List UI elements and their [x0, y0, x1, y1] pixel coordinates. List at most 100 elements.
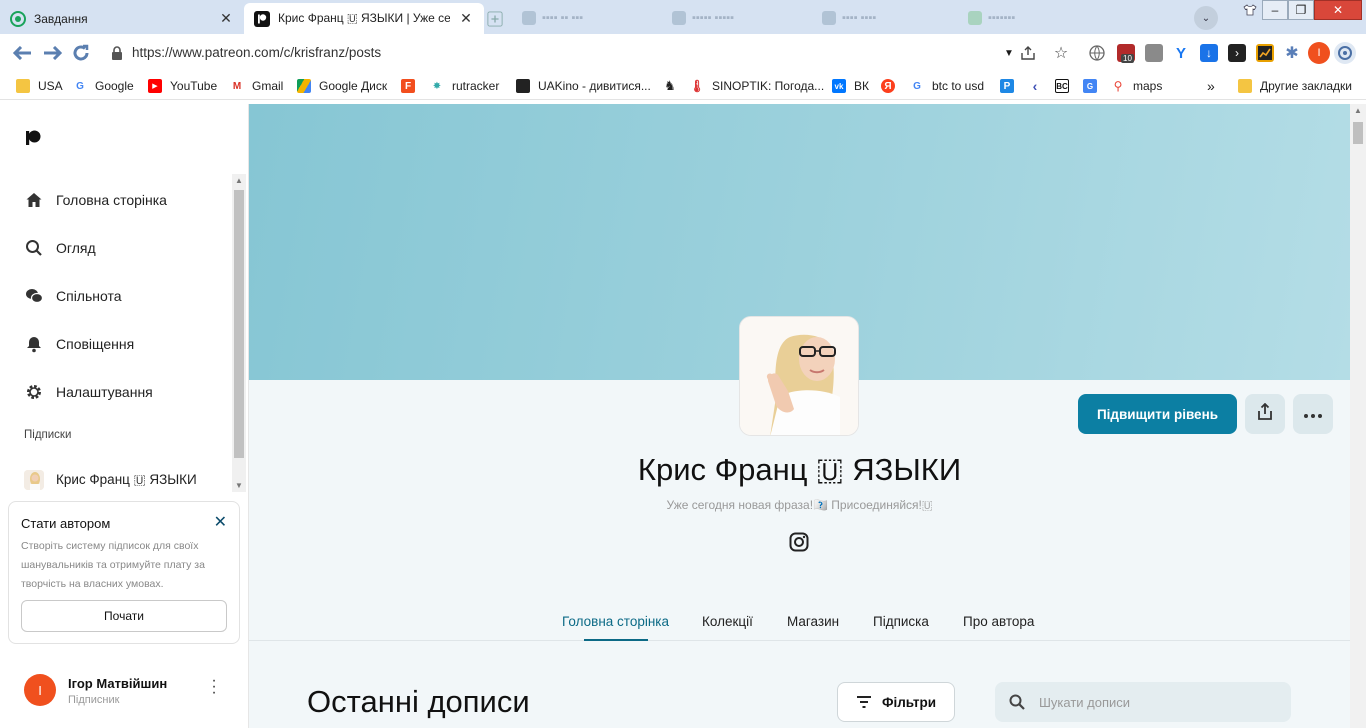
thermometer-icon: 🌡 — [689, 79, 705, 93]
tab-search-icon[interactable]: ⌄ — [1194, 6, 1218, 30]
maximize-button[interactable]: ❐ — [1288, 0, 1314, 20]
background-tab[interactable]: ▪▪▪▪▪ ▪▪▪▪▪ — [672, 9, 734, 27]
scrollbar-thumb[interactable] — [234, 190, 244, 458]
creator-avatar — [739, 316, 859, 436]
share-icon[interactable] — [1019, 44, 1037, 62]
search-icon — [1009, 694, 1025, 710]
bell-icon — [24, 334, 44, 354]
home-icon — [24, 190, 44, 210]
address-bar[interactable]: https://www.patreon.com/c/krisfranz/post… — [132, 45, 381, 60]
chevron-down-icon[interactable]: ▼ — [1000, 44, 1018, 62]
search-posts-box[interactable] — [995, 682, 1291, 722]
chevron-left-icon: ‹ — [1028, 78, 1042, 94]
sidebar-item-explore[interactable]: Огляд — [24, 236, 96, 260]
bookmark-p[interactable]: P — [1000, 78, 1022, 94]
sidebar-item-home[interactable]: Головна сторінка — [24, 188, 167, 212]
scrollbar-thumb[interactable] — [1353, 122, 1363, 144]
tshirt-icon[interactable] — [1240, 0, 1260, 20]
tab-collections[interactable]: Колекції — [702, 614, 753, 629]
background-tab[interactable]: ▪▪▪▪▪▪▪ — [968, 9, 1015, 27]
bookmark-google[interactable]: G Google — [73, 78, 134, 94]
bookmark-translate[interactable]: G — [1083, 78, 1105, 94]
filters-label: Фільтри — [881, 694, 937, 710]
filters-button[interactable]: Фільтри — [837, 682, 955, 722]
instagram-icon[interactable] — [789, 532, 809, 552]
back-button[interactable] — [12, 42, 34, 64]
user-account[interactable]: I Ігор Матвійшин Підписник · · · — [24, 670, 234, 710]
map-pin-icon: ⚲ — [1111, 79, 1125, 93]
bookmark-youtube[interactable]: ▶ YouTube — [148, 78, 217, 94]
close-icon[interactable]: ✕ — [458, 10, 474, 27]
tab-title: Крис Франц 🇺 ЯЗЫКИ | Уже сегод — [278, 11, 450, 25]
tab-shop[interactable]: Магазин — [787, 614, 839, 629]
bookmark-rutracker[interactable]: ✸ rutracker — [430, 78, 499, 94]
reload-button[interactable] — [70, 42, 92, 64]
tab-home[interactable]: Головна сторінка — [562, 614, 669, 629]
sidebar-item-community[interactable]: Спільнота — [24, 284, 122, 308]
creator-card-title: Стати автором — [21, 516, 111, 531]
creator-name: Крис Франц 🇺 ЯЗЫКИ — [637, 452, 962, 487]
bookmarks-overflow-button[interactable]: » — [1207, 78, 1215, 94]
background-tab[interactable]: ▪▪▪▪ ▪▪▪▪ — [822, 9, 876, 27]
puzzle-extensions-icon[interactable]: ✱ — [1283, 44, 1301, 62]
bookmark-btc[interactable]: Gbtc to usd — [910, 78, 984, 94]
subscriptions-section-label: Підписки — [24, 429, 72, 441]
bookmark-usa[interactable]: USA — [16, 78, 63, 94]
chat-icon — [24, 286, 44, 306]
start-button[interactable]: Почати — [21, 600, 227, 632]
briefcase-extension-icon[interactable] — [1145, 44, 1163, 62]
sidebar-scrollbar[interactable]: ▲ ▼ — [232, 174, 246, 492]
profile-avatar[interactable]: I — [1308, 42, 1330, 64]
bookmark-chess[interactable]: ♞ — [663, 78, 685, 94]
bookmark-gmail[interactable]: M Gmail — [230, 78, 283, 94]
bookmark-sinoptik[interactable]: 🌡 SINOPTIK: Погода... — [689, 78, 824, 94]
close-icon[interactable]: ✕ — [218, 10, 234, 27]
minimize-button[interactable]: – — [1262, 0, 1288, 20]
browser-tab-patreon[interactable]: Крис Франц 🇺 ЯЗЫКИ | Уже сегод ✕ — [244, 3, 484, 34]
bookmark-uakino[interactable]: UAKino - дивитися... — [516, 78, 651, 94]
bookmark-google-drive[interactable]: Google Диск — [297, 78, 387, 94]
page-scrollbar[interactable]: ▲ — [1350, 104, 1366, 728]
bookmark-bc[interactable]: BC — [1055, 78, 1077, 94]
sidebar: Головна сторінка Огляд Спільнота Сповіще… — [0, 104, 249, 728]
dark-extension-icon[interactable]: › — [1228, 44, 1246, 62]
creator-card-description: Створіть систему підписок для своїх шану… — [21, 540, 205, 590]
globe-extension-icon[interactable] — [1088, 44, 1106, 62]
share-button[interactable] — [1245, 394, 1285, 434]
browser-toolbar: https://www.patreon.com/c/krisfranz/post… — [0, 34, 1366, 72]
sidebar-item-notifications[interactable]: Сповіщення — [24, 332, 134, 356]
lock-icon[interactable] — [111, 46, 123, 60]
bookmark-arrow[interactable]: ‹ — [1028, 78, 1050, 94]
download-extension-icon[interactable]: ↓ — [1200, 44, 1218, 62]
browser-tab-tasks[interactable]: Завдання ✕ — [0, 3, 244, 34]
vpn-extension-icon[interactable]: Y — [1172, 44, 1190, 62]
bookmark-vk[interactable]: vk ВК — [832, 78, 869, 94]
star-bookmark-icon[interactable]: ☆ — [1052, 44, 1070, 62]
chart-extension-icon[interactable] — [1256, 44, 1274, 62]
gmail-icon: M — [230, 79, 244, 93]
new-tab-button[interactable] — [487, 3, 513, 34]
browser-menu-icon[interactable] — [1334, 42, 1356, 64]
background-tab[interactable]: ▪▪▪▪ ▪▪ ▪▪▪ — [522, 9, 583, 27]
bookmark-maps[interactable]: ⚲ maps — [1111, 78, 1162, 94]
more-options-button[interactable] — [1293, 394, 1333, 434]
bookmark-figma[interactable]: F — [401, 78, 423, 94]
upgrade-tier-button[interactable]: Підвищити рівень — [1078, 394, 1237, 434]
search-posts-input[interactable] — [1039, 694, 1279, 710]
bookmark-other[interactable]: Другие закладки — [1238, 78, 1352, 94]
forward-button[interactable] — [41, 42, 63, 64]
tab-membership[interactable]: Підписка — [873, 614, 929, 629]
more-horizontal-icon — [1304, 405, 1322, 423]
sidebar-item-subscription[interactable]: Крис Франц 🇺 ЯЗЫКИ — [24, 468, 197, 492]
close-icon[interactable]: ✕ — [214, 512, 227, 532]
translate-icon: G — [1083, 79, 1097, 93]
patreon-logo-icon[interactable] — [24, 129, 42, 152]
bookmark-yandex[interactable]: Я — [881, 78, 903, 94]
google-icon: G — [910, 79, 924, 93]
close-window-button[interactable]: ✕ — [1314, 0, 1362, 20]
sidebar-item-settings[interactable]: Налаштування — [24, 380, 153, 404]
more-vertical-icon[interactable]: · · · — [210, 673, 218, 701]
tasks-favicon-icon — [10, 10, 26, 27]
ublock-extension-icon[interactable]: 10 — [1117, 44, 1135, 63]
tab-about[interactable]: Про автора — [963, 614, 1034, 629]
